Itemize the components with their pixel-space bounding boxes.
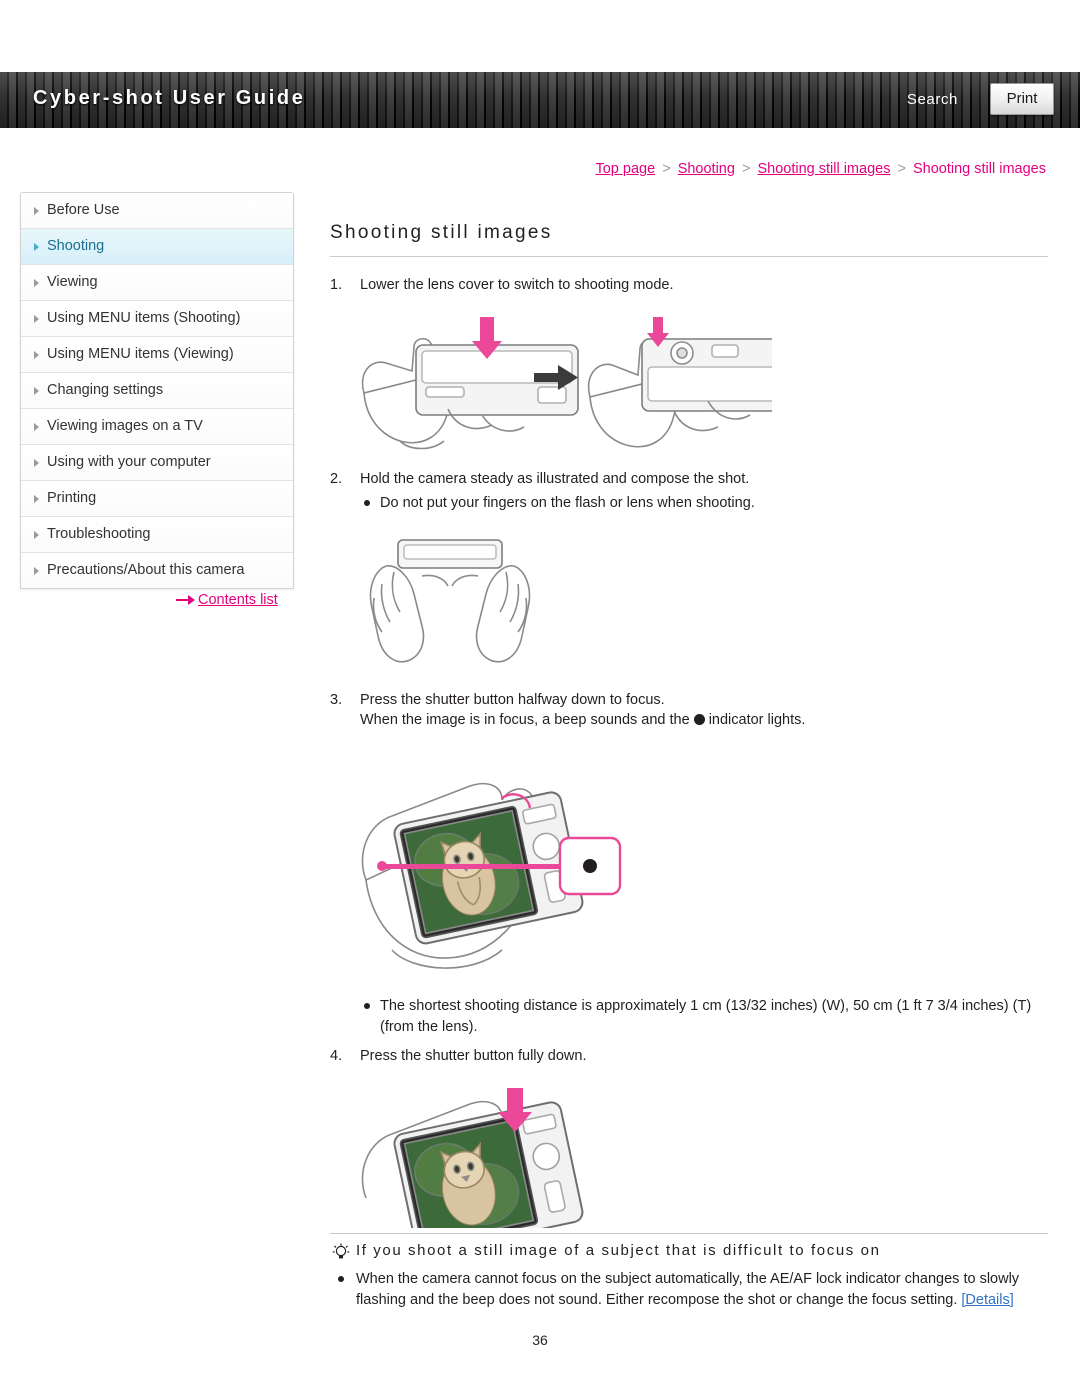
step-2-bullet: Do not put your fingers on the flash or …	[360, 493, 1048, 514]
figure-hold-camera-steady	[352, 532, 552, 672]
figure-lower-lens-cover	[352, 301, 805, 463]
sidebar-item-label: Before Use	[47, 202, 120, 218]
breadcrumb-item-shooting[interactable]: Shooting	[678, 161, 735, 177]
sidebar-item-using-with-your-computer[interactable]: Using with your computer	[21, 445, 293, 481]
step-3-text: Press the shutter button halfway down to…	[360, 692, 665, 708]
arrow-right-icon	[176, 595, 196, 606]
chevron-right-icon	[34, 494, 39, 503]
tip-body-text: When the camera cannot focus on the subj…	[356, 1271, 1020, 1308]
sidebar-item-printing[interactable]: Printing	[21, 481, 293, 517]
sidebar-item-shooting[interactable]: Shooting	[21, 229, 293, 265]
step-3-subtext-before: When the image is in focus, a beep sound…	[360, 712, 690, 728]
step-2-block: 2. Hold the camera steady as illustrated …	[330, 469, 1048, 514]
breadcrumb: Top page > Shooting > Shooting still ima…	[595, 161, 1046, 177]
tip-title-row: If you shoot a still image of a subject …	[330, 1242, 1048, 1259]
sidebar-item-precautions-about-this-camera[interactable]: Precautions/About this camera	[21, 553, 293, 588]
guide-title: Cyber-shot User Guide	[33, 87, 306, 109]
sidebar-item-label: Printing	[47, 490, 97, 506]
page-title: Shooting still images	[330, 222, 1048, 257]
step-1: 1. Lower the lens cover to switch to shoo…	[330, 275, 1048, 295]
main-content: Shooting still images 1. Lower the lens c…	[330, 192, 1048, 295]
breadcrumb-separator: >	[662, 161, 671, 177]
sidebar-item-label: Using MENU items (Viewing)	[47, 346, 234, 362]
sidebar-item-label: Viewing images on a TV	[47, 418, 203, 434]
step-3-subtext-after: indicator lights.	[708, 712, 806, 728]
sidebar-item-label: Using with your computer	[47, 454, 211, 470]
chevron-right-icon	[34, 314, 39, 323]
step-3-number: 3.	[330, 692, 343, 708]
step-4-number: 4.	[330, 1048, 343, 1064]
step-3-bullet: The shortest shooting distance is approx…	[360, 996, 1048, 1038]
breadcrumb-item-top-page[interactable]: Top page	[595, 161, 655, 177]
sidebar-item-using-menu-items-viewing[interactable]: Using MENU items (Viewing)	[21, 337, 293, 373]
chevron-right-icon	[34, 350, 39, 359]
search-button[interactable]: Search	[907, 91, 958, 108]
step-4-text: Press the shutter button fully down.	[360, 1048, 587, 1064]
contents-list-label: Contents list	[198, 592, 278, 608]
sidebar-item-label: Shooting	[47, 238, 105, 254]
tip-box: If you shoot a still image of a subject …	[330, 1233, 1048, 1311]
sidebar-item-troubleshooting[interactable]: Troubleshooting	[21, 517, 293, 553]
step-4: 4. Press the shutter button fully down.	[330, 1046, 1048, 1066]
sidebar-item-label: Viewing	[47, 274, 98, 290]
details-link[interactable]: [Details]	[961, 1292, 1013, 1308]
sidebar-navigation: Before Use Shooting Viewing Using MENU i…	[20, 192, 294, 589]
chevron-right-icon	[34, 566, 39, 575]
figure-press-shutter-fully	[352, 1078, 632, 1255]
step-1-number: 1.	[330, 277, 343, 293]
chevron-right-icon	[34, 386, 39, 395]
step-3: 3. Press the shutter button halfway down …	[330, 690, 1048, 710]
lightbulb-icon	[332, 1243, 350, 1259]
sidebar-item-label: Changing settings	[47, 382, 164, 398]
chevron-right-icon	[34, 206, 39, 215]
sidebar-item-before-use[interactable]: Before Use	[21, 193, 293, 229]
sidebar-item-viewing[interactable]: Viewing	[21, 265, 293, 301]
sidebar-item-label: Precautions/About this camera	[47, 562, 245, 578]
sidebar-item-label: Using MENU items (Shooting)	[47, 310, 241, 326]
sidebar-item-using-menu-items-shooting[interactable]: Using MENU items (Shooting)	[21, 301, 293, 337]
step-1-text: Lower the lens cover to switch to shooti…	[360, 277, 674, 293]
step-3-subtext: When the image is in focus, a beep sound…	[360, 710, 1048, 730]
tip-title: If you shoot a still image of a subject …	[356, 1242, 881, 1259]
step-2-text: Hold the camera steady as illustrated an…	[360, 471, 750, 487]
breadcrumb-item-current: Shooting still images	[913, 161, 1046, 177]
chevron-right-icon	[34, 422, 39, 431]
sidebar-item-viewing-images-on-a-tv[interactable]: Viewing images on a TV	[21, 409, 293, 445]
chevron-right-icon	[34, 458, 39, 467]
tip-body: When the camera cannot focus on the subj…	[330, 1269, 1048, 1311]
breadcrumb-separator: >	[897, 161, 906, 177]
sidebar-item-label: Troubleshooting	[47, 526, 151, 542]
sidebar-item-changing-settings[interactable]: Changing settings	[21, 373, 293, 409]
breadcrumb-item-shooting-still-images[interactable]: Shooting still images	[757, 161, 890, 177]
step-3-bullet-block: The shortest shooting distance is approx…	[330, 996, 1048, 1066]
page-number: 36	[532, 1332, 548, 1348]
contents-list-link[interactable]: Contents list	[176, 592, 278, 608]
chevron-right-icon	[34, 278, 39, 287]
step-2-number: 2.	[330, 471, 343, 487]
step-2: 2. Hold the camera steady as illustrated …	[330, 469, 1048, 489]
ae-af-lock-dot-icon	[693, 714, 705, 725]
breadcrumb-separator: >	[741, 161, 751, 177]
site-header: Cyber-shot User Guide Search Print	[0, 72, 1080, 128]
chevron-right-icon	[34, 242, 39, 251]
print-button[interactable]: Print	[990, 83, 1054, 115]
figure-press-shutter-halfway	[352, 750, 682, 990]
chevron-right-icon	[34, 530, 39, 539]
step-3-block: 3. Press the shutter button halfway down …	[330, 690, 1048, 730]
